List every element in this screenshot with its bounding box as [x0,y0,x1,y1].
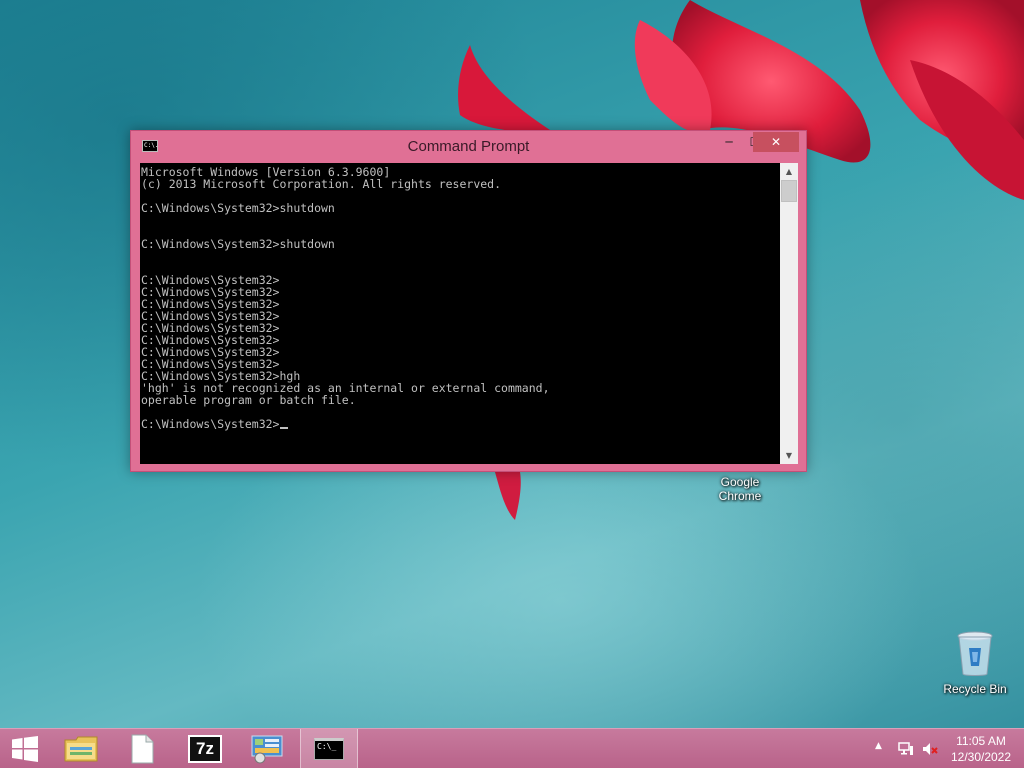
volume-muted-icon[interactable] [922,742,938,756]
taskbar-file-explorer[interactable] [52,729,110,768]
text-cursor [280,427,289,429]
console-line: operable program or batch file. [141,393,356,407]
terminal-icon: C:\_ [314,738,344,760]
console-line: C:\Windows\System32> [141,418,780,430]
scroll-thumb[interactable] [781,180,797,202]
7zip-icon: 7z [188,735,222,763]
desktop-icon-recycle-bin[interactable]: Recycle Bin [933,630,1017,696]
vertical-scrollbar[interactable]: ▲ ▼ [780,163,798,464]
taskbar-control-panel[interactable] [238,729,296,768]
desktop-background: Google Chrome Recycle Bin C:\. Command P… [0,0,1024,728]
console-output[interactable]: Microsoft Windows [Version 6.3.9600] (c) … [140,163,780,464]
command-prompt-window[interactable]: C:\. Command Prompt ─ ☐ ✕ Microsoft Wind… [130,130,807,472]
minimize-button[interactable]: ─ [716,132,742,152]
start-button[interactable] [0,729,50,768]
control-panel-icon [251,735,283,764]
clock-time: 11:05 AM [956,734,1006,748]
console-line: C:\Windows\System32>shutdown [141,201,335,215]
console-line: C:\Windows\System32>shutdown [141,237,335,251]
close-button[interactable]: ✕ [753,132,799,152]
taskbar-command-prompt[interactable]: C:\_ [300,729,358,768]
folder-icon [64,736,98,762]
scroll-up-arrow-icon[interactable]: ▲ [780,163,798,180]
desktop-icon-google-chrome[interactable]: Google Chrome [698,475,782,503]
terminal-icon-text: C:\_ [317,742,337,751]
scroll-down-arrow-icon[interactable]: ▼ [780,447,798,464]
title-bar[interactable]: C:\. Command Prompt ─ ☐ ✕ [131,131,806,163]
windows-logo-icon [12,736,38,762]
7zip-label: 7z [196,739,214,758]
clock-date: 12/30/2022 [950,750,1012,764]
network-icon[interactable] [898,742,914,756]
window-title: Command Prompt [407,138,530,155]
console-line: (c) 2013 Microsoft Corporation. All righ… [141,177,502,191]
taskbar-blank-document[interactable] [112,729,170,768]
google-chrome-label-line1: Google [720,475,760,489]
recycle-bin-icon [957,631,993,676]
document-icon [131,734,154,764]
taskbar-7zip[interactable]: 7z [176,729,234,768]
recycle-bin-label: Recycle Bin [943,682,1007,696]
show-hidden-icons-chevron-icon[interactable]: ▲ [875,741,882,751]
google-chrome-label-line2: Chrome [718,489,762,503]
system-clock[interactable]: 11:05 AM 12/30/2022 [946,733,1016,765]
taskbar: 7z C:\_ ▲ 11:05 AM 12/30/2022 [0,728,1024,768]
